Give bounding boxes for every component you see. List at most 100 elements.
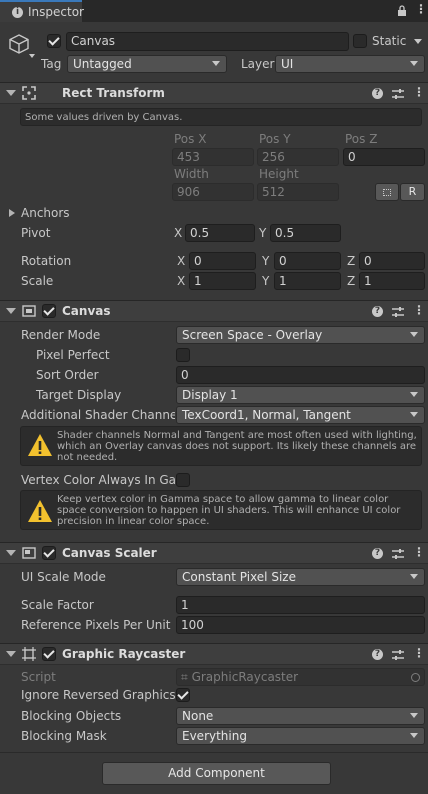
graphic-raycaster-header[interactable]: Graphic Raycaster ? ⋮	[0, 643, 428, 665]
help-icon[interactable]: ?	[372, 548, 383, 559]
vertex-color-info-box: Keep vertex color in Gamma space to allo…	[20, 490, 422, 530]
script-value: GraphicRaycaster	[191, 670, 299, 684]
driven-note-box: Some values driven by Canvas.	[20, 108, 422, 126]
rotation-z-field[interactable]: 0	[359, 252, 425, 270]
rotation-y-label: Y	[262, 254, 270, 268]
canvas-scaler-header[interactable]: Canvas Scaler ? ⋮	[0, 542, 428, 564]
scale-y-field[interactable]: 1	[274, 272, 341, 290]
rotation-z-label: Z	[347, 254, 356, 268]
rotation-x-field[interactable]: 0	[189, 252, 256, 270]
pivot-label: Pivot	[21, 226, 51, 240]
chevron-down-icon	[410, 412, 418, 417]
rotation-y-field[interactable]: 0	[274, 252, 341, 270]
canvas-scaler-title: Canvas Scaler	[62, 546, 157, 560]
scale-z-field[interactable]: 1	[359, 272, 425, 290]
scale-y-label: Y	[262, 274, 270, 288]
scale-factor-field[interactable]: 1	[176, 596, 425, 614]
vertex-color-checkbox[interactable]	[176, 473, 190, 487]
pivot-x-label: X	[174, 226, 183, 240]
pivot-x-field[interactable]: 0.5	[185, 224, 255, 242]
height-field: 512	[257, 183, 339, 201]
help-icon[interactable]: ?	[372, 88, 383, 99]
ui-scale-mode-value: Constant Pixel Size	[182, 570, 296, 584]
tag-dropdown[interactable]: Untagged	[67, 55, 227, 73]
chevron-down-icon	[410, 332, 418, 337]
blocking-objects-value: None	[182, 709, 214, 723]
preset-sliders-icon[interactable]	[392, 306, 404, 318]
tag-value: Untagged	[73, 57, 132, 71]
shader-channels-dropdown[interactable]: TexCoord1, Normal, Tangent	[176, 406, 425, 424]
pixel-perfect-checkbox[interactable]	[176, 348, 190, 362]
static-checkbox[interactable]	[353, 34, 367, 48]
ui-scale-mode-dropdown[interactable]: Constant Pixel Size	[176, 568, 425, 586]
target-display-dropdown[interactable]: Display 1	[176, 386, 425, 404]
pos-x-field: 453	[172, 148, 254, 166]
scale-x-field[interactable]: 1	[189, 272, 256, 290]
rotation-x-label: X	[177, 254, 186, 268]
blocking-mask-label: Blocking Mask	[21, 729, 107, 743]
component-menu-icon[interactable]: ⋮	[413, 545, 425, 559]
add-component-button[interactable]: Add Component	[102, 762, 331, 785]
sort-order-label: Sort Order	[36, 368, 99, 382]
raw-edit-button[interactable]: R	[400, 183, 425, 201]
lock-icon[interactable]	[397, 5, 407, 16]
ignore-reversed-checkbox[interactable]	[176, 688, 190, 702]
pivot-y-label: Y	[259, 226, 267, 240]
graphic-raycaster-icon	[22, 647, 36, 661]
component-menu-icon[interactable]: ⋮	[413, 646, 425, 660]
chevron-down-icon	[410, 574, 418, 579]
foldout-arrow-icon[interactable]	[6, 651, 16, 657]
preset-sliders-icon[interactable]	[392, 649, 404, 661]
icon-dropdown-caret[interactable]	[29, 54, 35, 58]
foldout-arrow-icon[interactable]	[6, 308, 16, 314]
ref-pixels-field[interactable]: 100	[176, 616, 425, 634]
canvas-scaler-enabled-checkbox[interactable]	[42, 546, 56, 560]
blocking-mask-dropdown[interactable]: Everything	[176, 727, 425, 745]
render-mode-dropdown[interactable]: Screen Space - Overlay	[176, 326, 425, 344]
blocking-objects-dropdown[interactable]: None	[176, 707, 425, 725]
pos-x-label: Pos X	[174, 132, 207, 146]
tab-bar: i Inspector ⋮	[0, 0, 428, 22]
scale-z-label: Z	[347, 274, 356, 288]
anchors-label[interactable]: Anchors	[21, 206, 70, 220]
canvas-enabled-checkbox[interactable]	[42, 304, 56, 318]
chevron-down-icon	[410, 713, 418, 718]
preset-sliders-icon[interactable]	[392, 548, 404, 560]
preset-sliders-icon[interactable]	[392, 88, 404, 100]
render-mode-label: Render Mode	[21, 328, 101, 342]
scale-x-label: X	[177, 274, 186, 288]
tab-menu-icon[interactable]: ⋮	[415, 2, 427, 16]
help-icon[interactable]: ?	[372, 649, 383, 660]
component-menu-icon[interactable]: ⋮	[413, 303, 425, 317]
static-dropdown-caret[interactable]	[414, 39, 422, 44]
object-name-field[interactable]: Canvas	[66, 32, 349, 51]
layer-dropdown[interactable]: UI	[275, 55, 425, 73]
canvas-header[interactable]: Canvas ? ⋮	[0, 300, 428, 322]
shader-channels-warning-text: Shader channels Normal and Tangent are m…	[57, 430, 417, 463]
foldout-arrow-icon[interactable]	[6, 550, 16, 556]
scale-factor-label: Scale Factor	[21, 598, 94, 612]
warning-icon	[27, 433, 53, 457]
foldout-arrow-icon[interactable]	[6, 90, 16, 96]
component-menu-icon[interactable]: ⋮	[413, 85, 425, 99]
pixel-perfect-label: Pixel Perfect	[36, 348, 110, 362]
pivot-y-field[interactable]: 0.5	[270, 224, 341, 242]
canvas-title: Canvas	[62, 304, 111, 318]
rect-transform-title: Rect Transform	[62, 86, 165, 100]
section-divider	[0, 752, 428, 753]
rect-transform-header[interactable]: Rect Transform ? ⋮	[0, 82, 428, 104]
sort-order-field[interactable]: 0	[176, 366, 425, 384]
anchors-foldout-icon[interactable]	[9, 209, 15, 217]
active-checkbox[interactable]	[47, 34, 61, 48]
blocking-objects-label: Blocking Objects	[21, 709, 122, 723]
inspector-tab-label: Inspector	[28, 5, 84, 19]
gameobject-icon	[8, 33, 30, 55]
pos-z-label: Pos Z	[345, 132, 378, 146]
graphic-raycaster-enabled-checkbox[interactable]	[42, 647, 56, 661]
blueprint-mode-button[interactable]	[375, 183, 399, 201]
inspector-tab[interactable]: i Inspector	[0, 0, 84, 22]
pos-z-field[interactable]: 0	[343, 148, 425, 166]
scale-label: Scale	[21, 274, 54, 288]
help-icon[interactable]: ?	[372, 306, 383, 317]
info-icon: i	[12, 7, 23, 18]
